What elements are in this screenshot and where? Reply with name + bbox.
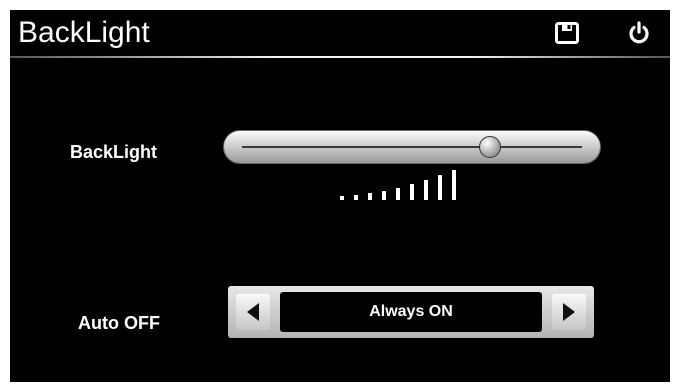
arrow-left-icon	[247, 303, 259, 321]
auto-off-value: Always ON	[280, 292, 542, 332]
backlight-settings-screen: BackLight BackLight Auto OFF Always ON	[10, 10, 670, 382]
backlight-slider[interactable]	[224, 131, 600, 163]
power-icon	[629, 21, 649, 44]
level-bar	[368, 193, 372, 200]
level-bar	[424, 180, 428, 200]
power-button[interactable]	[624, 18, 654, 48]
level-bar	[340, 196, 344, 200]
page-title: BackLight	[18, 16, 150, 49]
slider-track	[242, 146, 582, 148]
header-bar: BackLight	[10, 10, 670, 60]
auto-off-label: Auto OFF	[78, 313, 160, 333]
save-icon	[555, 22, 579, 44]
level-bar	[438, 175, 442, 200]
arrow-right-icon	[563, 303, 575, 321]
slider-thumb[interactable]	[479, 136, 502, 158]
backlight-level-indicator	[340, 168, 480, 200]
auto-off-next-button[interactable]	[552, 294, 586, 330]
backlight-label: BackLight	[70, 142, 158, 162]
level-bar	[452, 170, 456, 200]
level-bar	[396, 188, 400, 200]
auto-off-selector: Always ON	[228, 286, 594, 338]
header-divider	[10, 56, 670, 58]
level-bar	[354, 195, 358, 200]
level-bar	[410, 184, 414, 200]
save-button[interactable]	[552, 18, 582, 48]
auto-off-prev-button[interactable]	[236, 294, 270, 330]
level-bar	[382, 191, 386, 200]
